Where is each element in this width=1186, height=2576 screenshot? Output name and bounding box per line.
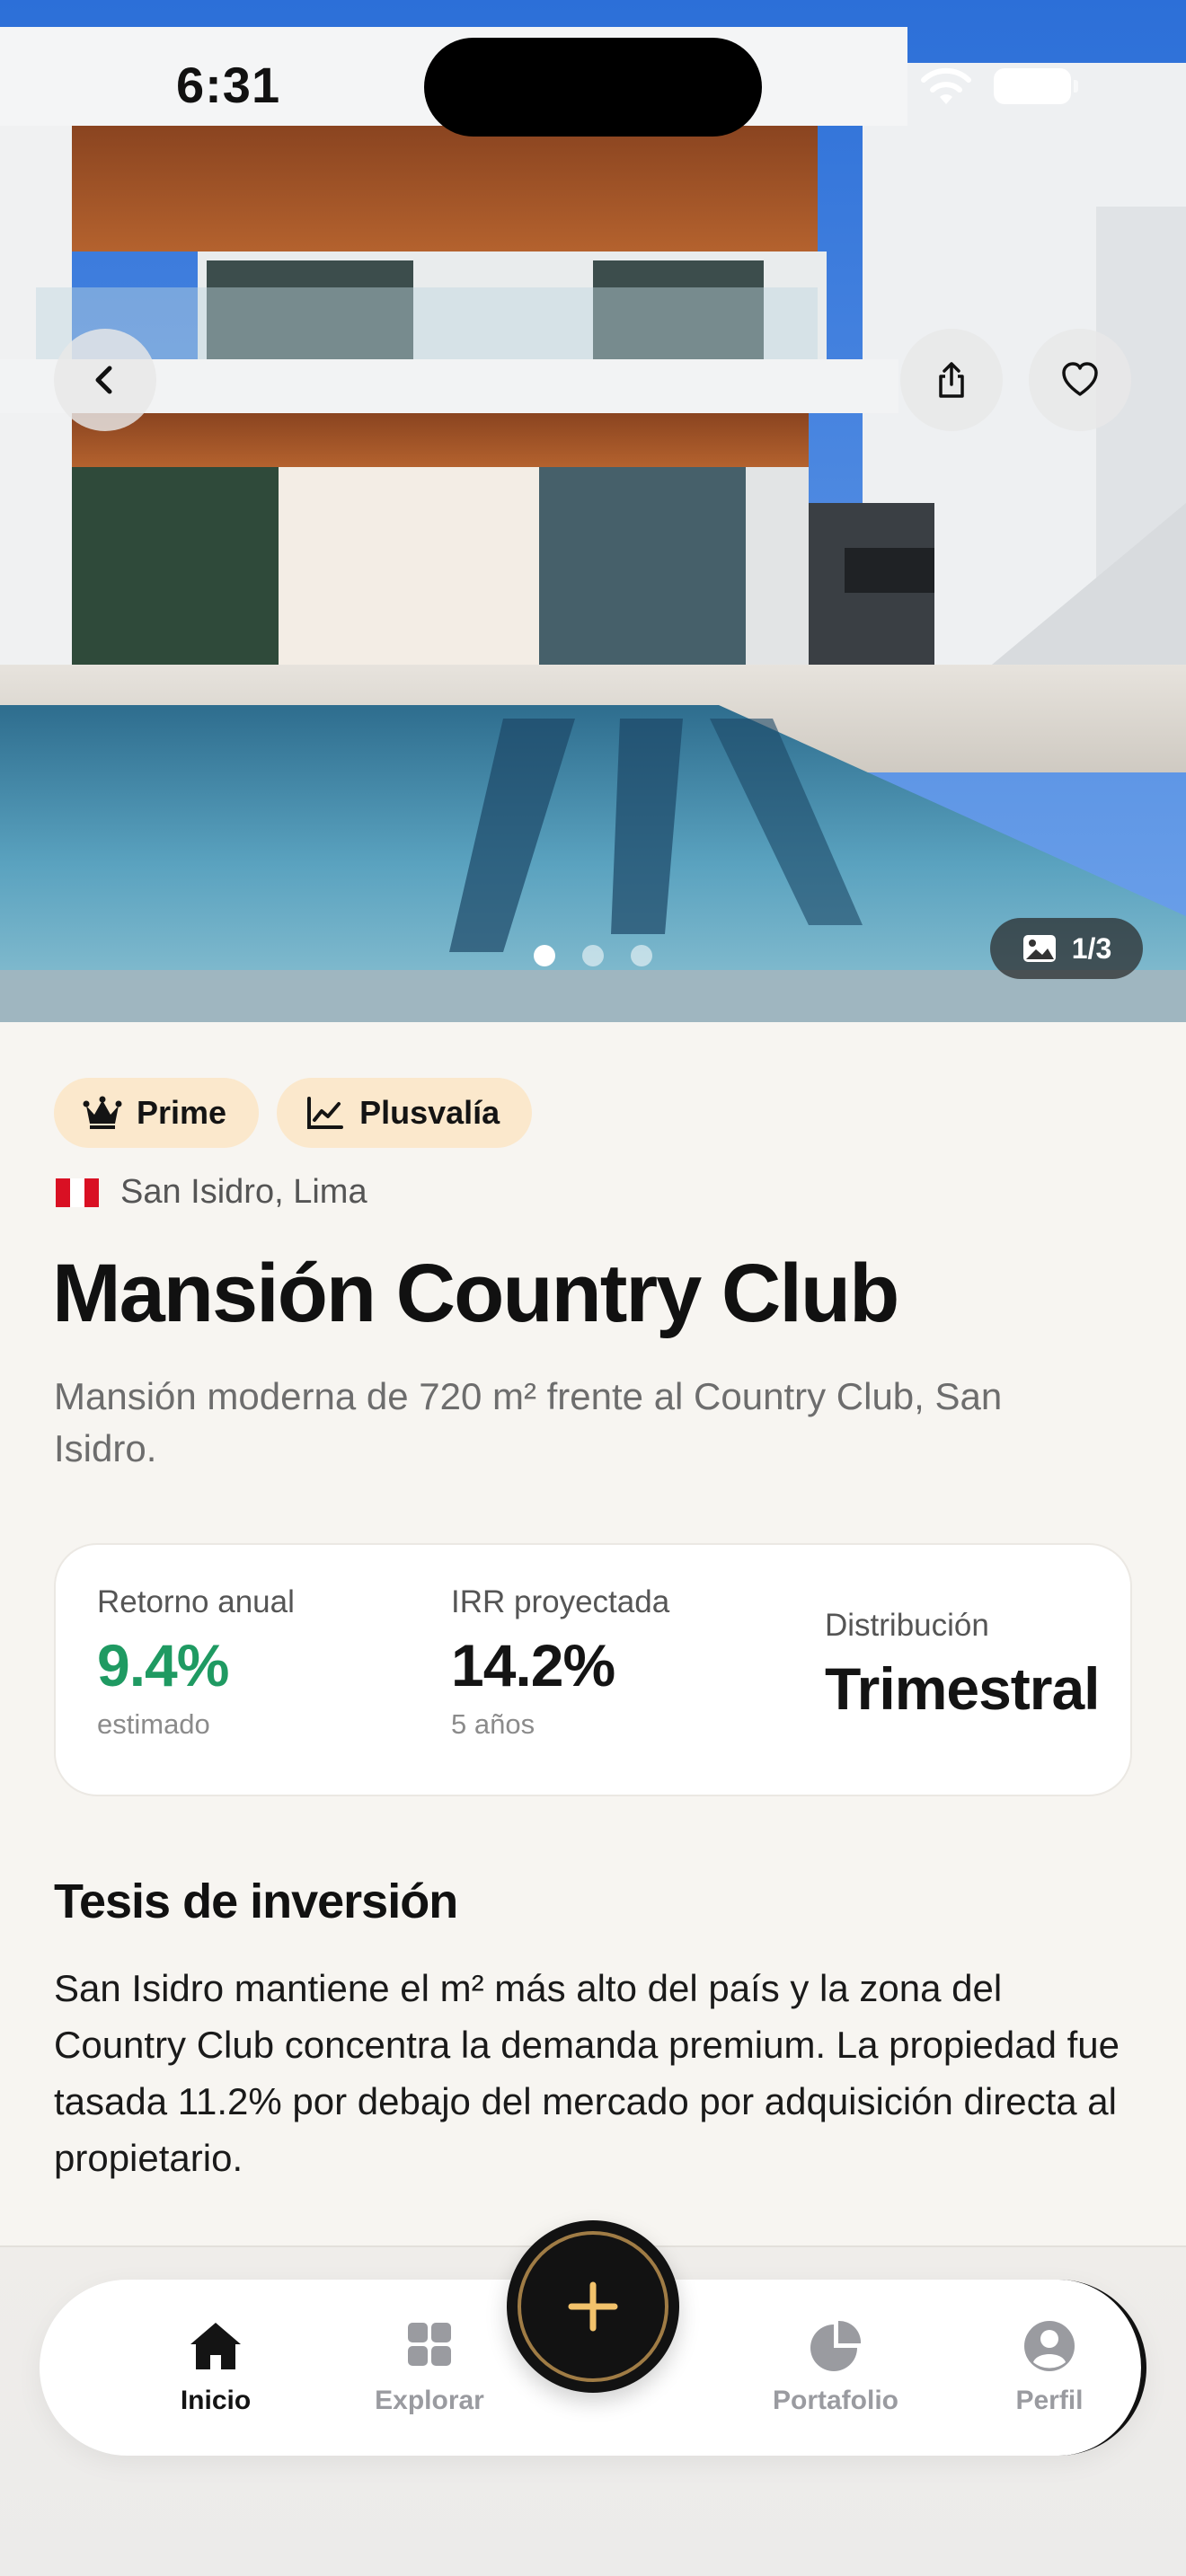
trend-chart-icon [307,1097,344,1129]
wifi-icon [921,67,971,104]
tab-perfil[interactable]: Perfil [960,2319,1139,2416]
tab-inicio[interactable]: Inicio [126,2319,305,2416]
peru-flag-icon [56,1178,99,1207]
home-icon [190,2323,241,2369]
chevron-left-icon [95,366,112,394]
share-icon [939,362,964,398]
stat-note: 5 años [451,1708,535,1740]
stat-annual-return: Retorno anual 9.4% estimado [97,1584,295,1741]
returns-card: Retorno anual 9.4% estimado IRR proyecta… [54,1543,1132,1796]
profile-icon [1024,2321,1075,2371]
battery-icon [994,68,1078,104]
stat-value: 9.4% [97,1632,229,1698]
image-icon [1022,935,1056,962]
location-label: San Isidro, Lima [120,1173,367,1211]
favorite-button[interactable] [1029,329,1131,431]
tag-label: Plusvalía [359,1094,500,1131]
grid-icon [408,2323,451,2366]
dynamic-island [424,38,762,137]
tab-label: Portafolio [773,2386,898,2415]
tag-plusvalia: Plusvalía [277,1078,533,1148]
tab-explorar[interactable]: Explorar [340,2319,519,2416]
gallery-dot[interactable] [631,945,652,966]
stat-note: estimado [97,1708,210,1740]
stat-value: 14.2% [451,1632,615,1698]
property-photo [0,0,1186,1022]
property-subtitle: Mansión moderna de 720 m² frente al Coun… [54,1375,1003,1469]
back-button[interactable] [54,329,156,431]
tab-label: Explorar [375,2386,484,2415]
property-title: Mansión Country Club [52,1248,899,1339]
tag-label: Prime [137,1094,227,1131]
stat-value: Trimestral [825,1655,1100,1722]
status-time: 6:31 [176,57,281,113]
stat-irr: IRR proyectada 14.2% 5 años [451,1584,669,1741]
gallery-dot[interactable] [582,945,604,966]
thesis-text: San Isidro mantiene el m² más alto del p… [54,1967,1120,2179]
thesis-title: Tesis de inversión [54,1875,458,1928]
photo-counter[interactable]: 1/3 [990,918,1143,979]
photo-counter-label: 1/3 [1071,931,1112,965]
share-button[interactable] [900,329,1003,431]
tag-list: Prime Plusvalía [54,1078,533,1148]
location: San Isidro, Lima [56,1173,367,1212]
gallery-pagination[interactable] [534,945,652,966]
tag-prime: Prime [54,1078,260,1148]
pie-chart-icon [810,2320,862,2371]
heart-icon [1062,362,1098,396]
crown-icon [83,1096,122,1129]
tab-portafolio[interactable]: Portafolio [746,2319,925,2416]
gallery-dot[interactable] [534,945,555,966]
add-button[interactable] [507,2220,679,2393]
stat-label: IRR proyectada [451,1584,670,1619]
stat-label: Distribución [825,1608,989,1643]
tab-label: Perfil [1015,2386,1084,2415]
tab-label: Inicio [180,2386,252,2415]
plus-icon [568,2281,618,2332]
stat-label: Retorno anual [97,1584,295,1619]
hero-gallery[interactable]: 6:31 1/3 [0,0,1186,1022]
stat-distribution: Distribución Trimestral [825,1608,1100,1723]
